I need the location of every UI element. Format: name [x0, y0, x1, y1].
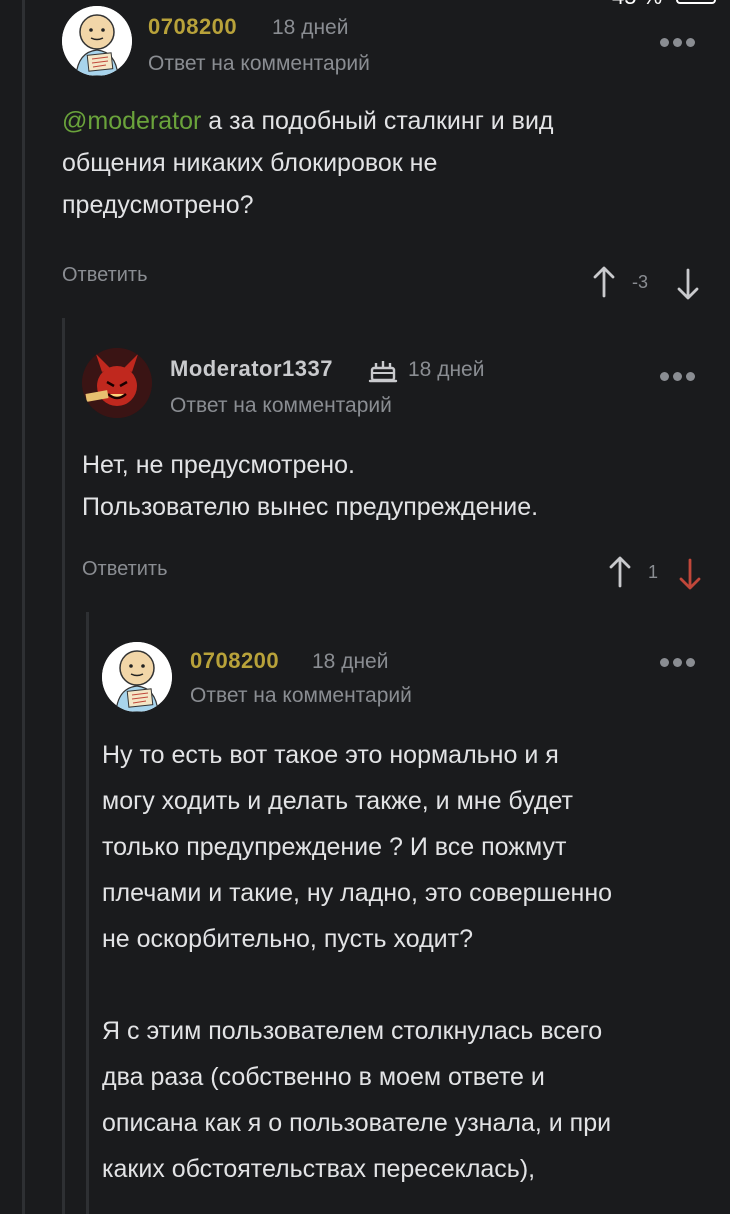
- reply-to-link[interactable]: Ответ на комментарий: [170, 394, 392, 418]
- dot-icon: [686, 372, 695, 381]
- comment-time: 18 дней: [272, 16, 349, 39]
- more-options-button[interactable]: [660, 368, 700, 382]
- comment-line: @moderator а за подобный сталкинг и вид: [62, 100, 702, 142]
- rating-count: -3: [632, 272, 649, 292]
- comment-line: Я с этим пользователем столкнулась всего: [102, 1017, 603, 1045]
- mention-link[interactable]: @moderator: [62, 107, 201, 135]
- dot-icon: [660, 372, 669, 381]
- reply-to-link[interactable]: Ответ на комментарий: [148, 52, 370, 76]
- comment-line: не оскорбительно, пусть ходит?: [102, 925, 473, 953]
- comment-line: описана как я о пользователе узнала, и п…: [102, 1109, 612, 1137]
- dot-icon: [686, 38, 695, 47]
- rating-count: 1: [648, 562, 659, 582]
- comment-line: только предупреждение ? И все пожмут: [102, 833, 567, 861]
- devil-avatar-icon: [82, 348, 152, 418]
- username[interactable]: Moderator1337: [170, 356, 333, 382]
- avatar[interactable]: [82, 348, 152, 418]
- comment-line: предусмотрено?: [62, 191, 254, 219]
- dot-icon: [673, 38, 682, 47]
- battery-level: 45 %: [612, 0, 662, 10]
- cartoon-face-icon: [62, 6, 132, 76]
- upvote-icon[interactable]: [592, 266, 616, 298]
- comment-line-text: а за подобный сталкинг и вид: [208, 107, 554, 135]
- dot-icon: [660, 658, 669, 667]
- avatar[interactable]: [62, 6, 132, 76]
- upvote-icon[interactable]: [608, 556, 632, 588]
- moderator-cake-icon: [368, 361, 398, 383]
- username[interactable]: 0708200: [148, 14, 237, 40]
- downvote-icon[interactable]: [678, 558, 702, 590]
- comment-line: плечами и такие, ну ладно, это совершенн…: [102, 879, 613, 907]
- dot-icon: [660, 38, 669, 47]
- screen: 45 % 0708200 18 дней Ответ на комментари…: [0, 0, 730, 1214]
- comment-line: Пользователю вынес предупреждение.: [82, 493, 539, 521]
- comment-line: Нет, не предусмотрено.: [82, 451, 355, 479]
- comment-line: могу ходить и делать также, и мне будет: [102, 787, 573, 815]
- dot-icon: [686, 658, 695, 667]
- comment-text: Ну то есть вот такое это нормально и я м…: [102, 732, 712, 1192]
- reply-button[interactable]: Ответить: [62, 264, 148, 287]
- comment-line: общения никаких блокировок не: [62, 149, 438, 177]
- reply-button[interactable]: Ответить: [82, 558, 168, 581]
- comment-line: Ну то есть вот такое это нормально и я: [102, 741, 559, 769]
- comment-line: каких обстоятельствах пересеклась),: [102, 1155, 536, 1183]
- comment-time: 18 дней: [312, 650, 389, 673]
- more-options-button[interactable]: [660, 654, 700, 668]
- downvote-icon[interactable]: [676, 268, 700, 300]
- cartoon-face-icon: [102, 642, 172, 712]
- comment-line: два раза (собственно в моем ответе и: [102, 1063, 545, 1091]
- comment-text: Нет, не предусмотрено. Пользователю выне…: [82, 444, 702, 528]
- comment-line: [102, 962, 712, 1008]
- thread-line-level-1: [62, 318, 65, 1214]
- dot-icon: [673, 372, 682, 381]
- reply-to-link[interactable]: Ответ на комментарий: [190, 684, 412, 708]
- dot-icon: [673, 658, 682, 667]
- avatar[interactable]: [102, 642, 172, 712]
- thread-line-level-0: [22, 0, 25, 1214]
- thread-line-level-2: [86, 612, 89, 1214]
- username[interactable]: 0708200: [190, 648, 279, 674]
- comment-time: 18 дней: [408, 358, 485, 381]
- comment-text: @moderator а за подобный сталкинг и вид …: [62, 100, 702, 226]
- battery-icon: [676, 0, 716, 4]
- more-options-button[interactable]: [660, 34, 700, 48]
